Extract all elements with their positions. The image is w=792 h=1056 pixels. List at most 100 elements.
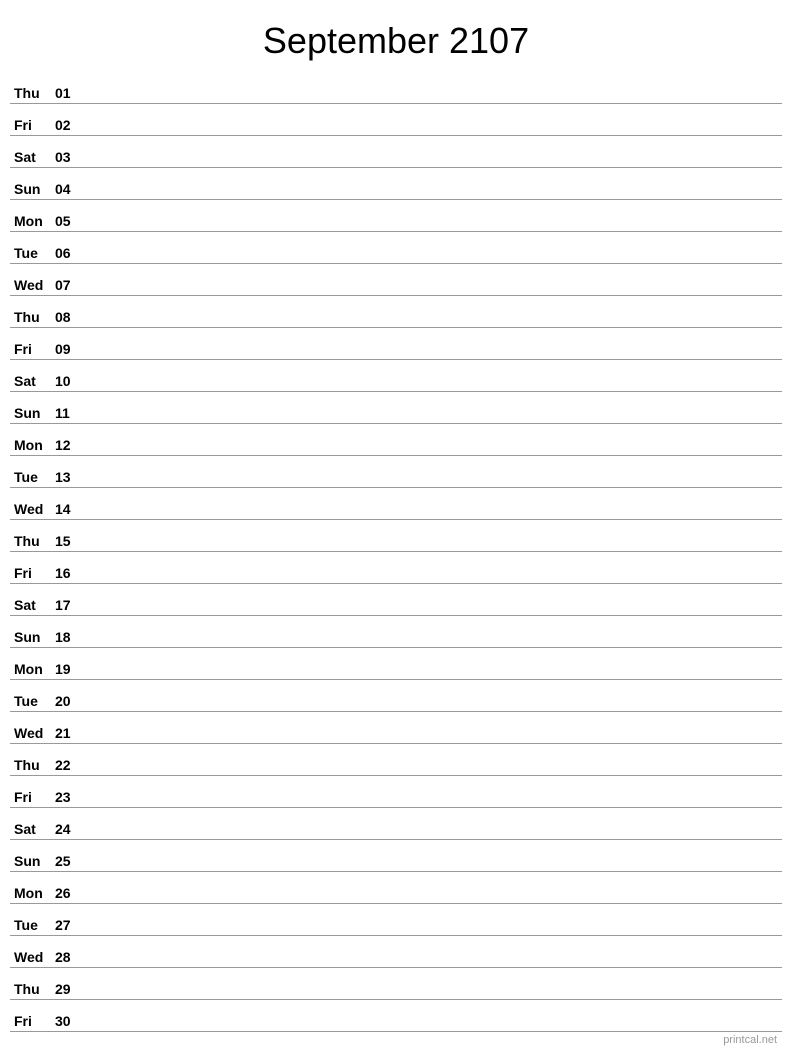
- day-name: Sat: [10, 597, 55, 613]
- day-line: [90, 900, 782, 901]
- day-row: Thu29: [10, 968, 782, 1000]
- day-number: 06: [55, 245, 90, 261]
- day-number: 04: [55, 181, 90, 197]
- day-row: Mon26: [10, 872, 782, 904]
- day-name: Thu: [10, 981, 55, 997]
- day-line: [90, 676, 782, 677]
- day-row: Tue27: [10, 904, 782, 936]
- day-number: 29: [55, 981, 90, 997]
- day-line: [90, 100, 782, 101]
- day-line: [90, 804, 782, 805]
- day-name: Mon: [10, 661, 55, 677]
- day-number: 16: [55, 565, 90, 581]
- day-number: 28: [55, 949, 90, 965]
- day-row: Sat24: [10, 808, 782, 840]
- day-row: Sat03: [10, 136, 782, 168]
- day-name: Thu: [10, 309, 55, 325]
- day-row: Fri16: [10, 552, 782, 584]
- day-line: [90, 708, 782, 709]
- day-number: 01: [55, 85, 90, 101]
- day-name: Sun: [10, 629, 55, 645]
- day-line: [90, 964, 782, 965]
- day-number: 25: [55, 853, 90, 869]
- day-number: 15: [55, 533, 90, 549]
- day-line: [90, 996, 782, 997]
- day-number: 18: [55, 629, 90, 645]
- day-number: 19: [55, 661, 90, 677]
- day-line: [90, 548, 782, 549]
- day-number: 05: [55, 213, 90, 229]
- day-number: 11: [55, 405, 90, 421]
- day-row: Tue20: [10, 680, 782, 712]
- day-number: 24: [55, 821, 90, 837]
- page-title: September 2107: [0, 0, 792, 72]
- day-number: 17: [55, 597, 90, 613]
- day-line: [90, 452, 782, 453]
- day-line: [90, 388, 782, 389]
- day-line: [90, 772, 782, 773]
- day-number: 23: [55, 789, 90, 805]
- day-name: Sun: [10, 853, 55, 869]
- day-number: 14: [55, 501, 90, 517]
- day-row: Fri30: [10, 1000, 782, 1032]
- day-number: 08: [55, 309, 90, 325]
- day-name: Thu: [10, 533, 55, 549]
- day-line: [90, 612, 782, 613]
- day-line: [90, 132, 782, 133]
- day-row: Wed14: [10, 488, 782, 520]
- day-number: 12: [55, 437, 90, 453]
- day-line: [90, 516, 782, 517]
- day-name: Thu: [10, 85, 55, 101]
- day-row: Sun11: [10, 392, 782, 424]
- day-name: Tue: [10, 917, 55, 933]
- day-line: [90, 484, 782, 485]
- day-row: Fri09: [10, 328, 782, 360]
- day-number: 07: [55, 277, 90, 293]
- day-name: Tue: [10, 469, 55, 485]
- day-name: Mon: [10, 213, 55, 229]
- day-row: Wed21: [10, 712, 782, 744]
- day-name: Sun: [10, 181, 55, 197]
- day-row: Mon05: [10, 200, 782, 232]
- day-number: 21: [55, 725, 90, 741]
- day-name: Wed: [10, 277, 55, 293]
- day-row: Mon12: [10, 424, 782, 456]
- day-line: [90, 1028, 782, 1029]
- day-name: Tue: [10, 245, 55, 261]
- day-line: [90, 644, 782, 645]
- day-name: Fri: [10, 117, 55, 133]
- day-name: Mon: [10, 885, 55, 901]
- day-number: 20: [55, 693, 90, 709]
- day-name: Fri: [10, 789, 55, 805]
- day-row: Tue06: [10, 232, 782, 264]
- day-row: Sun25: [10, 840, 782, 872]
- day-name: Tue: [10, 693, 55, 709]
- day-name: Wed: [10, 949, 55, 965]
- day-number: 22: [55, 757, 90, 773]
- day-row: Sun18: [10, 616, 782, 648]
- day-row: Fri02: [10, 104, 782, 136]
- day-name: Sun: [10, 405, 55, 421]
- day-row: Thu15: [10, 520, 782, 552]
- day-row: Wed28: [10, 936, 782, 968]
- day-row: Sun04: [10, 168, 782, 200]
- day-line: [90, 228, 782, 229]
- day-name: Wed: [10, 725, 55, 741]
- day-number: 27: [55, 917, 90, 933]
- day-name: Sat: [10, 373, 55, 389]
- day-line: [90, 292, 782, 293]
- day-row: Wed07: [10, 264, 782, 296]
- day-line: [90, 420, 782, 421]
- day-number: 30: [55, 1013, 90, 1029]
- day-line: [90, 836, 782, 837]
- day-name: Fri: [10, 1013, 55, 1029]
- day-name: Wed: [10, 501, 55, 517]
- day-number: 02: [55, 117, 90, 133]
- day-number: 09: [55, 341, 90, 357]
- day-line: [90, 196, 782, 197]
- day-name: Mon: [10, 437, 55, 453]
- day-line: [90, 580, 782, 581]
- day-line: [90, 356, 782, 357]
- day-line: [90, 164, 782, 165]
- day-name: Sat: [10, 821, 55, 837]
